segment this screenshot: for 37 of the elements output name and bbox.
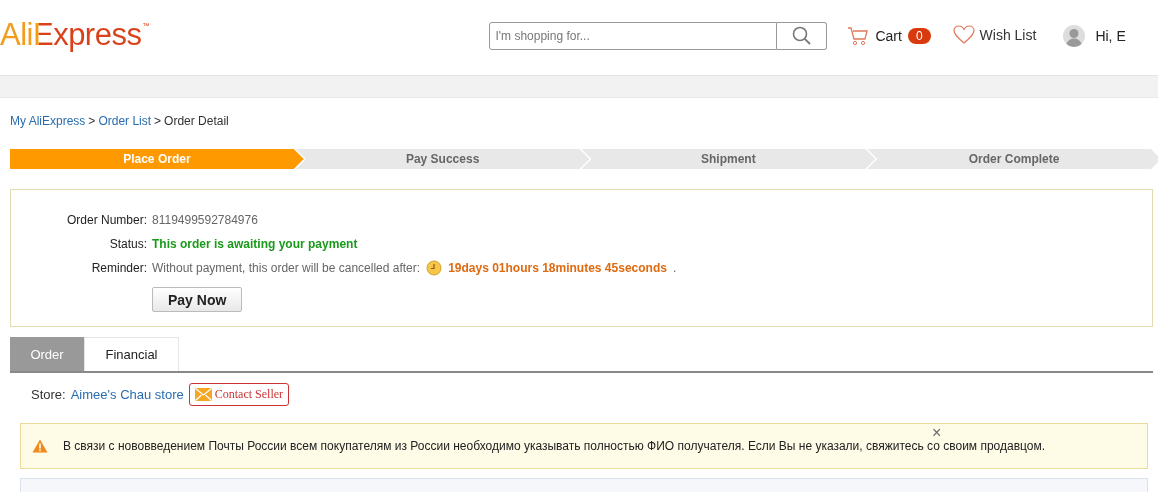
progress-step: Shipment xyxy=(581,149,876,169)
tab[interactable]: Financial xyxy=(84,337,179,371)
notice-text: В связи с нововведением Почты России всем покупателям из России необходимо указывать полностью ФИО получателя. Если Вы не указали, свяжитесь со своим продавцом. xyxy=(63,439,1046,453)
breadcrumb-link[interactable]: My AliExpress xyxy=(10,114,86,128)
search-icon xyxy=(791,26,812,46)
store-link[interactable]: Aimee's Chau store xyxy=(70,387,184,402)
contact-seller-button[interactable]: Contact Seller xyxy=(188,383,290,406)
store-label: Store: xyxy=(31,387,66,402)
progress-step: Order Complete xyxy=(867,149,1158,169)
breadcrumb-separator: > xyxy=(154,114,162,128)
field-label: Order Number: xyxy=(65,212,147,229)
status-text: This order is awaiting your payment xyxy=(152,236,358,253)
pay-now-button[interactable]: Pay Now xyxy=(152,287,243,312)
reminder-text: Without payment, this order will be cancelled after: xyxy=(152,260,421,277)
clock-icon xyxy=(426,260,443,276)
progress-step: Place Order xyxy=(10,149,304,169)
warning-icon xyxy=(32,439,48,453)
breadcrumb-separator: > xyxy=(88,114,96,128)
field-label: Status: xyxy=(108,236,147,253)
cart-icon[interactable] xyxy=(847,25,870,47)
period-text: . xyxy=(672,260,677,277)
close-button[interactable]: × xyxy=(932,427,942,439)
breadcrumb-current: Order Detail xyxy=(164,114,229,128)
progress-step: Pay Success xyxy=(295,149,590,169)
cart-link[interactable]: Cart xyxy=(875,28,902,44)
wish-list-link[interactable]: Wish List xyxy=(979,27,1037,43)
heart-icon[interactable] xyxy=(952,25,975,45)
envelope-icon xyxy=(194,388,212,401)
greeting-text[interactable]: Hi, E xyxy=(1095,28,1126,44)
cart-count: 0 xyxy=(907,28,931,44)
search-field[interactable]: I'm shopping for... xyxy=(489,22,778,50)
field-label: Reminder: xyxy=(90,260,147,277)
breadcrumb-link[interactable]: Order List xyxy=(98,114,152,128)
search-button[interactable] xyxy=(777,22,828,50)
order-number: 8119499592784976 xyxy=(152,212,258,229)
avatar-icon[interactable] xyxy=(1063,25,1086,47)
countdown-text: 19days 01hours 18minutes 45seconds xyxy=(448,260,667,277)
